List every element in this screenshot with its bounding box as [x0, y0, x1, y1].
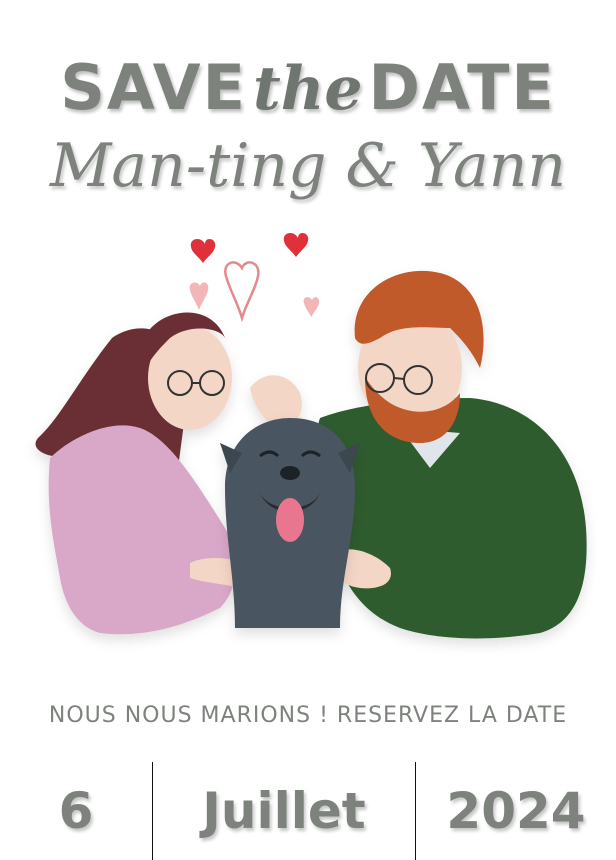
hearts-icon [189, 232, 320, 323]
save-the-date-title: SAVE theDATE [0, 48, 616, 129]
title-save: SAVE [60, 51, 247, 124]
tagline: NOUS NOUS MARIONS ! RESERVEZ LA DATE [48, 703, 568, 728]
title-date: DATE [368, 51, 556, 124]
date-day: 6 [58, 782, 94, 840]
couple-with-dog-illustration-icon [35, 232, 587, 639]
wedding-date-row: 6 Juillet 2024 [0, 762, 616, 860]
date-month: Juillet [202, 782, 366, 840]
date-year: 2024 [446, 782, 586, 840]
couple-names: Man-ting & Yann [49, 131, 567, 201]
dog-icon [220, 418, 360, 628]
title-the: the [252, 54, 363, 124]
